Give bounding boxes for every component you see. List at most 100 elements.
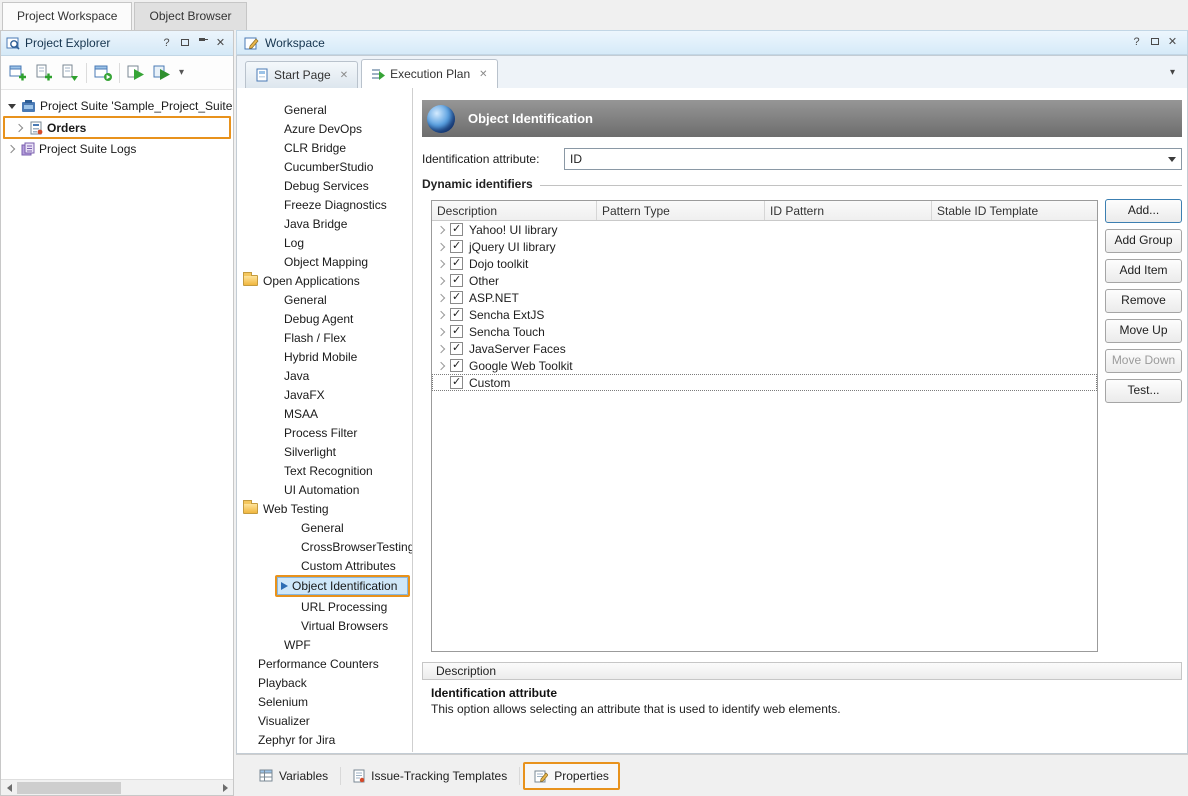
app-tab[interactable]: Object Browser [134, 2, 246, 30]
table-row[interactable]: jQuery UI library [432, 238, 1097, 255]
settings-nav-item[interactable]: Selenium [237, 692, 412, 711]
action-button[interactable]: Test... [1105, 379, 1182, 403]
row-checkbox[interactable] [450, 274, 463, 287]
help-button[interactable]: ? [1129, 35, 1144, 50]
expand-row-icon[interactable] [437, 259, 447, 269]
row-checkbox[interactable] [450, 291, 463, 304]
settings-nav-item[interactable]: Debug Services [237, 176, 412, 195]
settings-nav-item[interactable]: CrossBrowserTesting [237, 537, 412, 556]
table-row[interactable]: ASP.NET [432, 289, 1097, 306]
table-row[interactable]: Yahoo! UI library [432, 221, 1097, 238]
row-checkbox[interactable] [450, 359, 463, 372]
auto-hide-pin-button[interactable] [195, 36, 210, 51]
tab-execution-plan[interactable]: Execution Plan ✕ [361, 59, 497, 88]
close-panel-button[interactable]: ✕ [1165, 35, 1180, 50]
settings-nav-item[interactable]: Object Identification [275, 575, 410, 597]
add-project-item-button[interactable] [31, 60, 57, 86]
identification-attribute-select[interactable]: ID [564, 148, 1182, 170]
settings-nav-item[interactable]: Zephyr for Jira [237, 730, 412, 749]
tab-list-dropdown-button[interactable]: ▾ [1170, 67, 1175, 78]
table-row[interactable]: JavaServer Faces [432, 340, 1097, 357]
settings-nav-item[interactable]: Process Filter [237, 423, 412, 442]
settings-nav-item[interactable]: Performance Counters [237, 654, 412, 673]
scroll-right-button[interactable] [217, 780, 233, 796]
settings-nav-item[interactable]: Silverlight [237, 442, 412, 461]
settings-nav-item[interactable]: General [237, 290, 412, 309]
settings-nav-item[interactable]: Object Mapping [237, 252, 412, 271]
tree-item-orders[interactable]: Orders [3, 116, 231, 139]
scrollbar-thumb[interactable] [17, 782, 121, 794]
settings-nav-item[interactable]: Log [237, 233, 412, 252]
settings-nav-item[interactable]: Custom Attributes [237, 556, 412, 575]
float-window-button[interactable] [1147, 35, 1162, 50]
settings-nav-item[interactable]: Freeze Diagnostics [237, 195, 412, 214]
expand-row-icon[interactable] [437, 276, 447, 286]
tab-start-page[interactable]: Start Page ✕ [245, 61, 358, 88]
action-button[interactable]: Add... [1105, 199, 1182, 223]
row-checkbox[interactable] [450, 325, 463, 338]
column-header[interactable]: Stable ID Template [932, 201, 1097, 220]
expand-row-icon[interactable] [437, 344, 447, 354]
column-header[interactable]: Pattern Type [597, 201, 765, 220]
settings-nav-item[interactable]: CLR Bridge [237, 138, 412, 157]
row-checkbox[interactable] [450, 257, 463, 270]
settings-nav-item[interactable]: Java [237, 366, 412, 385]
table-row[interactable]: Google Web Toolkit [432, 357, 1097, 374]
tab-issue-tracking-templates[interactable]: Issue-Tracking Templates [344, 764, 516, 788]
table-row[interactable]: Custom [432, 374, 1097, 391]
row-checkbox[interactable] [450, 342, 463, 355]
close-tab-icon[interactable]: ✕ [479, 69, 487, 80]
action-button[interactable]: Add Group [1105, 229, 1182, 253]
action-button[interactable]: Move Up [1105, 319, 1182, 343]
row-checkbox[interactable] [450, 376, 463, 389]
toolbar-dropdown-button[interactable]: ▾ [179, 67, 184, 78]
expand-row-icon[interactable] [437, 361, 447, 371]
settings-nav-item[interactable]: Playback [237, 673, 412, 692]
expand-expander-icon[interactable] [5, 142, 19, 156]
horizontal-scrollbar[interactable] [1, 779, 233, 795]
settings-nav-item[interactable]: Open Applications [237, 271, 412, 290]
table-row[interactable]: Other [432, 272, 1097, 289]
tree-item-project-suite[interactable]: Project Suite 'Sample_Project_Suite' (1 … [1, 96, 233, 116]
settings-nav-item[interactable]: Text Recognition [237, 461, 412, 480]
tab-properties[interactable]: Properties [523, 762, 620, 790]
help-button[interactable]: ? [159, 36, 174, 51]
code-editor-button[interactable] [90, 60, 116, 86]
action-button[interactable]: Add Item [1105, 259, 1182, 283]
run-project-suite-button[interactable] [123, 60, 149, 86]
chevron-down-icon[interactable] [1163, 149, 1181, 169]
expand-row-icon[interactable] [437, 225, 447, 235]
settings-nav-item[interactable]: Azure DevOps [237, 119, 412, 138]
run-project-button[interactable] [149, 60, 175, 86]
settings-nav-item[interactable]: UI Automation [237, 480, 412, 499]
settings-nav-item[interactable]: Virtual Browsers [237, 616, 412, 635]
open-item-button[interactable] [57, 60, 83, 86]
settings-nav-item[interactable]: General [237, 518, 412, 537]
settings-nav-item[interactable]: CucumberStudio [237, 157, 412, 176]
action-button[interactable]: Move Down [1105, 349, 1182, 373]
collapse-expander-icon[interactable] [5, 99, 19, 113]
settings-nav-item[interactable]: MSAA [237, 404, 412, 423]
tab-variables[interactable]: Variables [250, 764, 337, 788]
float-window-button[interactable] [177, 36, 192, 51]
row-checkbox[interactable] [450, 308, 463, 321]
row-checkbox[interactable] [450, 240, 463, 253]
settings-nav-item[interactable]: URL Processing [237, 597, 412, 616]
table-row[interactable]: Sencha ExtJS [432, 306, 1097, 323]
table-row[interactable]: Dojo toolkit [432, 255, 1097, 272]
add-project-suite-button[interactable] [5, 60, 31, 86]
settings-nav-item[interactable]: Flash / Flex [237, 328, 412, 347]
app-tab[interactable]: Project Workspace [2, 2, 132, 30]
expand-expander-icon[interactable] [13, 121, 27, 135]
expand-row-icon[interactable] [437, 242, 447, 252]
close-tab-icon[interactable]: ✕ [340, 70, 348, 81]
table-row[interactable]: Sencha Touch [432, 323, 1097, 340]
column-header[interactable]: ID Pattern [765, 201, 932, 220]
tree-item-project-suite-logs[interactable]: Project Suite Logs [1, 139, 233, 159]
expand-row-icon[interactable] [437, 310, 447, 320]
settings-nav-item[interactable]: Debug Agent [237, 309, 412, 328]
settings-nav-item[interactable]: General [237, 100, 412, 119]
row-checkbox[interactable] [450, 223, 463, 236]
settings-nav-item[interactable]: Web Testing [237, 499, 412, 518]
scroll-left-button[interactable] [1, 780, 17, 796]
